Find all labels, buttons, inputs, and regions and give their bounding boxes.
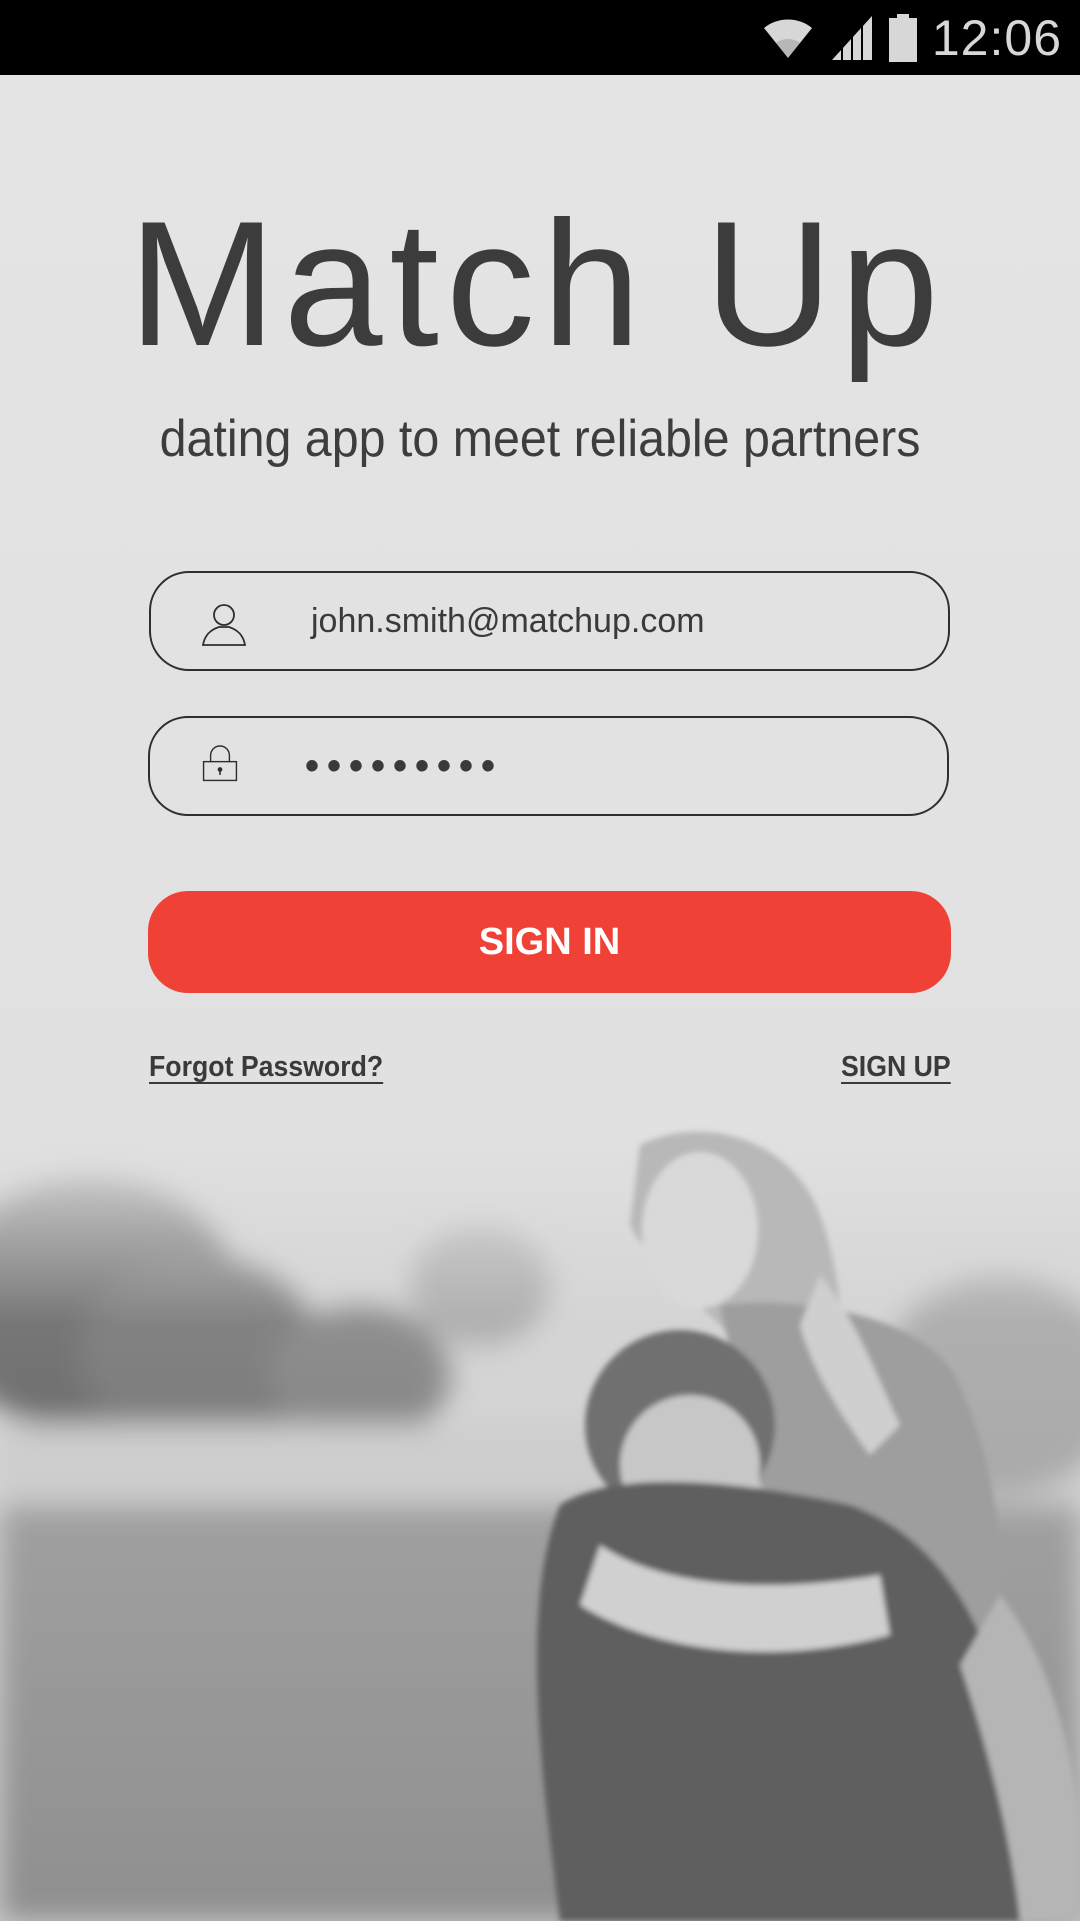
app-title: Match Up <box>128 184 946 383</box>
login-screen: Match Up dating app to meet reliable par… <box>0 75 1080 1921</box>
password-field[interactable]: ••••••••• <box>148 716 949 816</box>
wifi-icon <box>763 18 812 58</box>
sign-up-link[interactable]: SIGN UP <box>841 1051 951 1084</box>
forgot-password-link[interactable]: Forgot Password? <box>149 1051 383 1084</box>
app-tagline: dating app to meet reliable partners <box>159 410 921 468</box>
password-value: ••••••••• <box>305 744 504 788</box>
lock-icon <box>202 745 238 782</box>
email-field[interactable]: john.smith@matchup.com <box>149 571 950 671</box>
email-value: john.smith@matchup.com <box>311 602 705 640</box>
status-time: 12:06 <box>931 9 1062 66</box>
user-icon <box>201 604 247 646</box>
status-icons: 12:06 <box>760 0 1062 75</box>
status-bar: 12:06 <box>0 0 1080 75</box>
battery-icon <box>888 13 917 62</box>
signal-icon <box>831 15 872 60</box>
sign-in-button[interactable]: SIGN IN <box>148 891 951 993</box>
couple-photo <box>0 1125 1080 1921</box>
